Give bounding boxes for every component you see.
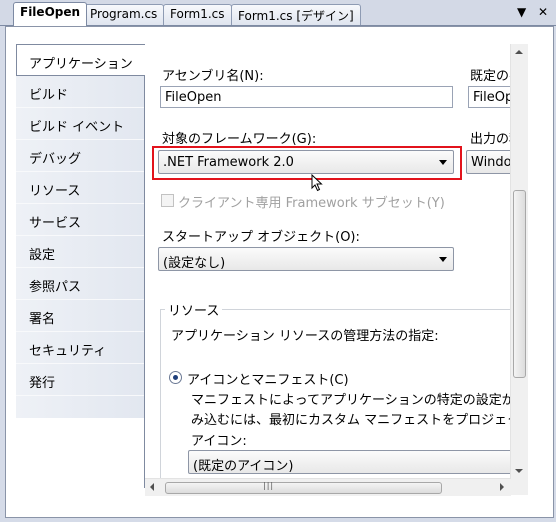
nav-item-build-events[interactable]: ビルド イベント [16, 108, 144, 140]
nav-item-settings[interactable]: 設定 [16, 236, 144, 268]
tab-form1-cs-design[interactable]: Form1.cs [デザイン] [231, 4, 361, 25]
client-profile-checkbox[interactable] [161, 194, 174, 207]
tab-form1-cs[interactable]: Form1.cs [163, 4, 232, 25]
scroll-down-icon[interactable] [515, 469, 523, 473]
default-namespace-label: 既定の名 [470, 69, 511, 84]
tab-list-dropdown-icon[interactable]: ▼ [517, 5, 526, 19]
properties-nav: アプリケーション ビルド ビルド イベント デバッグ リソース サービス 設定 … [16, 44, 145, 418]
scrollbar-corner [511, 478, 528, 495]
startup-object-label: スタートアップ オブジェクト(O): [162, 230, 360, 245]
horizontal-scrollbar[interactable]: ||| [145, 478, 511, 496]
nav-item-debug[interactable]: デバッグ [16, 140, 144, 172]
icon-manifest-label: アイコンとマニフェスト(C) [187, 373, 349, 388]
scroll-grip-icon: ||| [263, 481, 275, 490]
startup-object-combo[interactable]: (設定なし) [158, 247, 454, 271]
manifest-description-line2: み込むには、最初にカスタム マニフェストをプロジェクトに [191, 413, 511, 428]
icon-combo[interactable]: (既定のアイコン) [188, 450, 511, 474]
target-framework-combo[interactable]: .NET Framework 2.0 [158, 150, 454, 174]
output-type-label: 出力の種 [470, 132, 511, 147]
target-framework-label: 対象のフレームワーク(G): [162, 132, 317, 147]
resources-group-title: リソース [165, 300, 223, 319]
client-profile-label: クライアント専用 Framework サブセット(Y) [178, 196, 445, 211]
tab-fileopen[interactable]: FileOpen [13, 2, 88, 26]
nav-item-publish[interactable]: 発行 [16, 364, 144, 396]
icon-value: (既定のアイコン) [193, 459, 294, 474]
nav-item-reference-paths[interactable]: 参照パス [16, 268, 144, 300]
nav-item-application[interactable]: アプリケーション [16, 44, 145, 76]
target-framework-value: .NET Framework 2.0 [163, 155, 294, 170]
nav-item-signing[interactable]: 署名 [16, 300, 144, 332]
right-settings-column: 既定の名 FileOpe 出力の種 Window [465, 44, 511, 484]
nav-item-resources[interactable]: リソース [16, 172, 144, 204]
default-namespace-field[interactable]: FileOpe [468, 86, 511, 108]
scroll-up-icon[interactable] [515, 50, 523, 54]
nav-item-services[interactable]: サービス [16, 204, 144, 236]
close-icon[interactable]: ✕ [538, 5, 548, 19]
icon-manifest-radio[interactable] [169, 371, 182, 384]
application-settings-panel: アセンブリ名(N): FileOpen 対象のフレームワーク(G): .NET … [145, 44, 511, 484]
scroll-right-icon[interactable] [500, 483, 504, 491]
horizontal-scroll-thumb[interactable] [165, 482, 442, 494]
scroll-left-icon[interactable] [150, 483, 154, 491]
nav-item-security[interactable]: セキュリティ [16, 332, 144, 364]
assembly-name-label: アセンブリ名(N): [162, 69, 264, 84]
vertical-scrollbar[interactable] [510, 44, 528, 485]
chevron-down-icon [439, 257, 447, 262]
chevron-down-icon [439, 160, 447, 165]
tab-program-cs[interactable]: Program.cs [83, 4, 165, 25]
startup-object-value: (設定なし) [163, 256, 226, 271]
icon-label: アイコン: [191, 434, 247, 449]
radio-selected-dot [173, 375, 178, 380]
manifest-description-line1: マニフェストによってアプリケーションの特定の設定が決定 [191, 393, 511, 408]
output-type-combo[interactable]: Window [466, 150, 511, 174]
resources-description: アプリケーション リソースの管理方法の指定: [171, 329, 439, 344]
assembly-name-field[interactable]: FileOpen [160, 86, 453, 108]
vertical-scroll-thumb[interactable] [513, 190, 526, 378]
nav-item-build[interactable]: ビルド [16, 76, 144, 108]
document-tab-strip: FileOpen Program.cs Form1.cs Form1.cs [デ… [0, 0, 556, 26]
